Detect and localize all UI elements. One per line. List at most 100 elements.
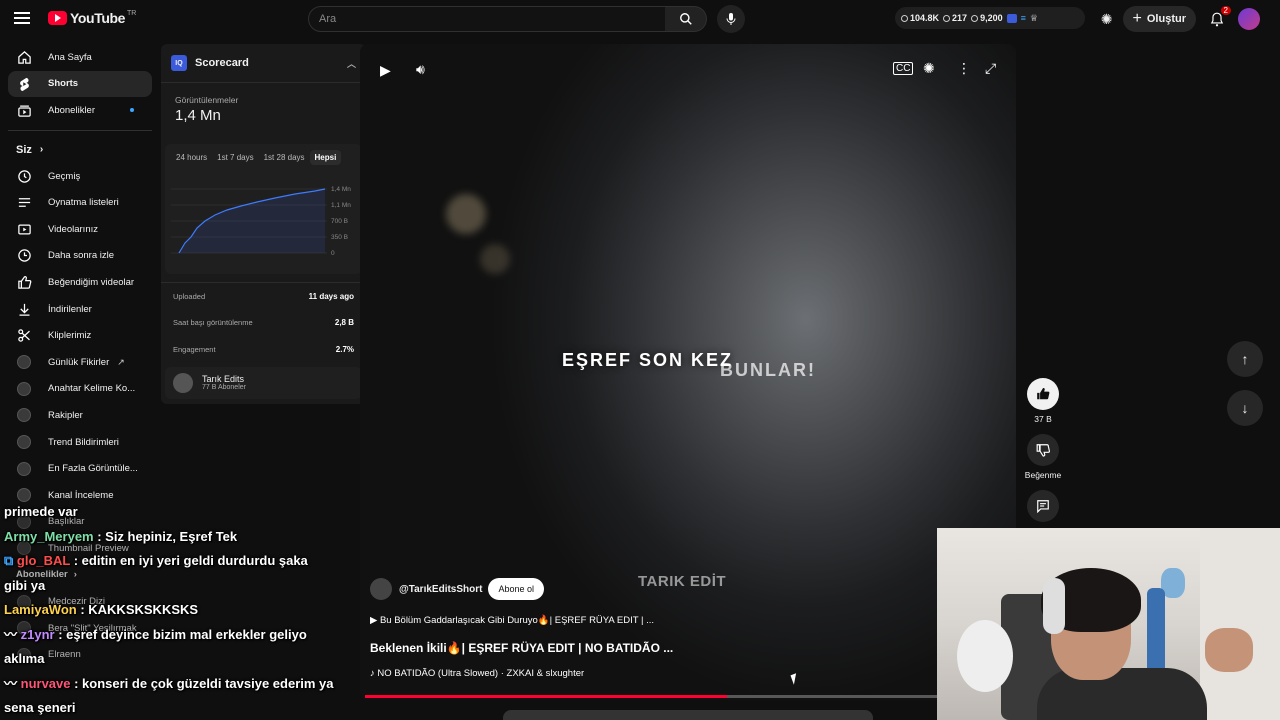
fullscreen-icon[interactable]: ⤢ xyxy=(985,60,996,77)
sidebar-item-channel-4[interactable]: Trend Bildirimleri xyxy=(8,429,152,456)
logo-text: YouTube xyxy=(70,10,126,26)
settings-gear-icon[interactable]: ✺ xyxy=(923,60,935,77)
dislike-label: Beğenme xyxy=(1024,470,1062,480)
circle-icon xyxy=(971,14,979,22)
scorecard-channel[interactable]: Tarık Edits 77 B Aboneler xyxy=(165,366,362,399)
volume-icon[interactable]: 🔊︎ xyxy=(416,61,425,78)
chat-badge-icon: ⧉ xyxy=(4,553,17,568)
watch-later-icon xyxy=(16,248,32,264)
extension-logo-icon[interactable] xyxy=(1006,13,1017,23)
create-label: Oluştur xyxy=(1146,13,1186,25)
trophy-icon[interactable]: ♕ xyxy=(1030,13,1038,24)
sidebar-item-channel-5[interactable]: En Fazla Görüntüle... xyxy=(8,455,152,482)
video-title[interactable]: Beklenen İkili🔥| EŞREF RÜYA EDIT | NO BA… xyxy=(370,641,673,655)
subscribe-button[interactable]: Abone ol xyxy=(488,578,544,600)
tab-first-7-days[interactable]: 1st 7 days xyxy=(212,150,258,165)
channel-avatar-icon xyxy=(16,434,32,450)
y-tick-label: 700 B xyxy=(331,218,348,225)
extension-stats-pill[interactable]: 104.8K 217 9,200 ≡ ♕ xyxy=(895,7,1085,29)
sidebar-item-home[interactable]: Ana Sayfa xyxy=(8,44,152,71)
sidebar-item-watch-later[interactable]: Daha sonra izle xyxy=(8,243,152,270)
sidebar-item-liked-videos[interactable]: Beğendiğim videolar xyxy=(8,269,152,296)
channel-name: Tarık Edits xyxy=(202,374,245,384)
views-label: Görüntülenmeler xyxy=(175,95,239,105)
stat-label: Engagement xyxy=(173,344,216,354)
sidebar-item-subscriptions[interactable]: Abonelikler xyxy=(8,97,152,124)
next-short-preview[interactable] xyxy=(503,710,873,720)
account-avatar[interactable] xyxy=(1238,8,1260,30)
list-icon[interactable]: ≡ xyxy=(1021,13,1026,23)
views-stat-value: 104.8K xyxy=(910,13,940,23)
tab-first-28-days[interactable]: 1st 28 days xyxy=(259,150,310,165)
scorecard-header[interactable]: IQ Scorecard ︿ xyxy=(161,44,366,82)
create-button[interactable]: + Oluştur xyxy=(1122,6,1196,32)
sidebar-item-playlists[interactable]: Oynatma listeleri xyxy=(8,189,152,216)
history-icon xyxy=(16,168,32,184)
views-value: 1,4 Mn xyxy=(175,107,221,124)
chevron-up-icon[interactable]: ︿ xyxy=(347,57,356,70)
search-button[interactable] xyxy=(665,6,707,32)
video-progress-bar[interactable] xyxy=(365,695,1011,698)
y-tick-label: 350 B xyxy=(331,234,348,241)
sidebar-item-history[interactable]: Geçmiş xyxy=(8,163,152,190)
sidebar-item-your-videos[interactable]: Videolarınız xyxy=(8,216,152,243)
channel-avatar-icon xyxy=(16,461,32,477)
stat-label: Saat başı görüntülenme xyxy=(173,318,253,328)
channel-avatar-icon xyxy=(16,354,32,370)
sidebar-item-channel-2[interactable]: Anahtar Kelime Ko... xyxy=(8,376,152,403)
next-short-button[interactable]: ↓ xyxy=(1227,390,1263,426)
chat-username: LamiyaWon xyxy=(4,602,77,617)
video-overlay-caption-2: BUNLAR! xyxy=(720,360,816,380)
search-input[interactable] xyxy=(309,7,665,31)
voice-search-button[interactable] xyxy=(717,5,745,33)
dislike-button[interactable] xyxy=(1027,434,1059,466)
chat-username: nurvave xyxy=(20,675,71,691)
chat-message: 〰 nurvave : konseri de çok güzeldi tavsi… xyxy=(4,672,334,720)
related-playlist-link[interactable]: ▶ Bu Bölüm Gaddarlaşıcak Gibi Duruyo🔥| E… xyxy=(370,615,654,626)
search-icon xyxy=(679,13,692,25)
more-options-icon[interactable]: ⋮ xyxy=(957,60,971,77)
like-count: 37 B xyxy=(1034,414,1052,424)
tab-all[interactable]: Hepsi xyxy=(309,150,342,165)
sidebar-item-shorts[interactable]: Shorts xyxy=(8,70,152,98)
like-button[interactable] xyxy=(1027,378,1059,410)
channel-avatar[interactable] xyxy=(370,578,392,600)
time-range-tabs: 24 hours 1st 7 days 1st 28 days Hepsi xyxy=(171,150,356,165)
playlist-icon xyxy=(16,195,32,211)
sidebar-item-channel-1[interactable]: Günlük Fikirler ↗ xyxy=(8,349,152,376)
sidebar-item-downloads[interactable]: İndirilenler xyxy=(8,296,152,323)
arrow-down-icon: ↓ xyxy=(1241,400,1249,416)
webcam-person-body xyxy=(1037,668,1207,720)
comments-stat-value: 217 xyxy=(952,13,968,23)
play-icon[interactable]: ▶ xyxy=(380,62,391,79)
shorts-action-bar: 37 B Beğenme xyxy=(1022,378,1064,522)
notifications-button[interactable]: 2 xyxy=(1206,6,1231,30)
tab-24-hours[interactable]: 24 hours xyxy=(171,150,212,165)
thumbs-down-icon xyxy=(1036,444,1050,457)
youtube-play-icon xyxy=(48,11,67,25)
sidebar-item-label: En Fazla Görüntüle... xyxy=(48,463,138,475)
music-link[interactable]: ♪ NO BATIDÃO (Ultra Slowed) · ZXKAI & sl… xyxy=(370,668,584,679)
plus-icon: + xyxy=(1132,10,1142,27)
captions-icon[interactable]: CC xyxy=(893,62,914,75)
sidebar-item-label: İndirilenler xyxy=(48,303,92,315)
video-watermark: TARIK EDİT xyxy=(638,573,727,590)
chat-badge-icon: 〰 xyxy=(4,675,21,691)
stat-label: Uploaded xyxy=(173,291,206,301)
sidebar-item-channel-3[interactable]: Rakipler xyxy=(8,402,152,429)
sidebar-item-clips[interactable]: Kliplerimiz xyxy=(8,322,152,349)
shorts-icon xyxy=(16,76,32,92)
shorts-video-player[interactable]: ▶ 🔊︎ CC ✺ ⋮ ⤢ EŞREF SON KEZ BUNLAR! TARI… xyxy=(360,44,1016,700)
hamburger-menu-icon[interactable] xyxy=(14,9,34,29)
chat-text: : Siz hepiniz, Eşref Tek xyxy=(93,528,238,544)
shorts-gear-icon[interactable]: ✺ xyxy=(1101,11,1113,28)
chat-username: z1ynr xyxy=(20,626,55,642)
notification-badge: 2 xyxy=(1220,6,1231,15)
previous-short-button[interactable]: ↑ xyxy=(1227,341,1263,377)
sidebar-section-you[interactable]: Siz › xyxy=(8,137,152,163)
comments-button[interactable] xyxy=(1027,490,1059,522)
sidebar-item-label: Beğendiğim videolar xyxy=(48,276,135,288)
streamer-webcam xyxy=(937,528,1280,720)
channel-handle[interactable]: @TarıkEditsShort xyxy=(399,584,482,595)
youtube-logo[interactable]: YouTube TR xyxy=(48,10,136,26)
